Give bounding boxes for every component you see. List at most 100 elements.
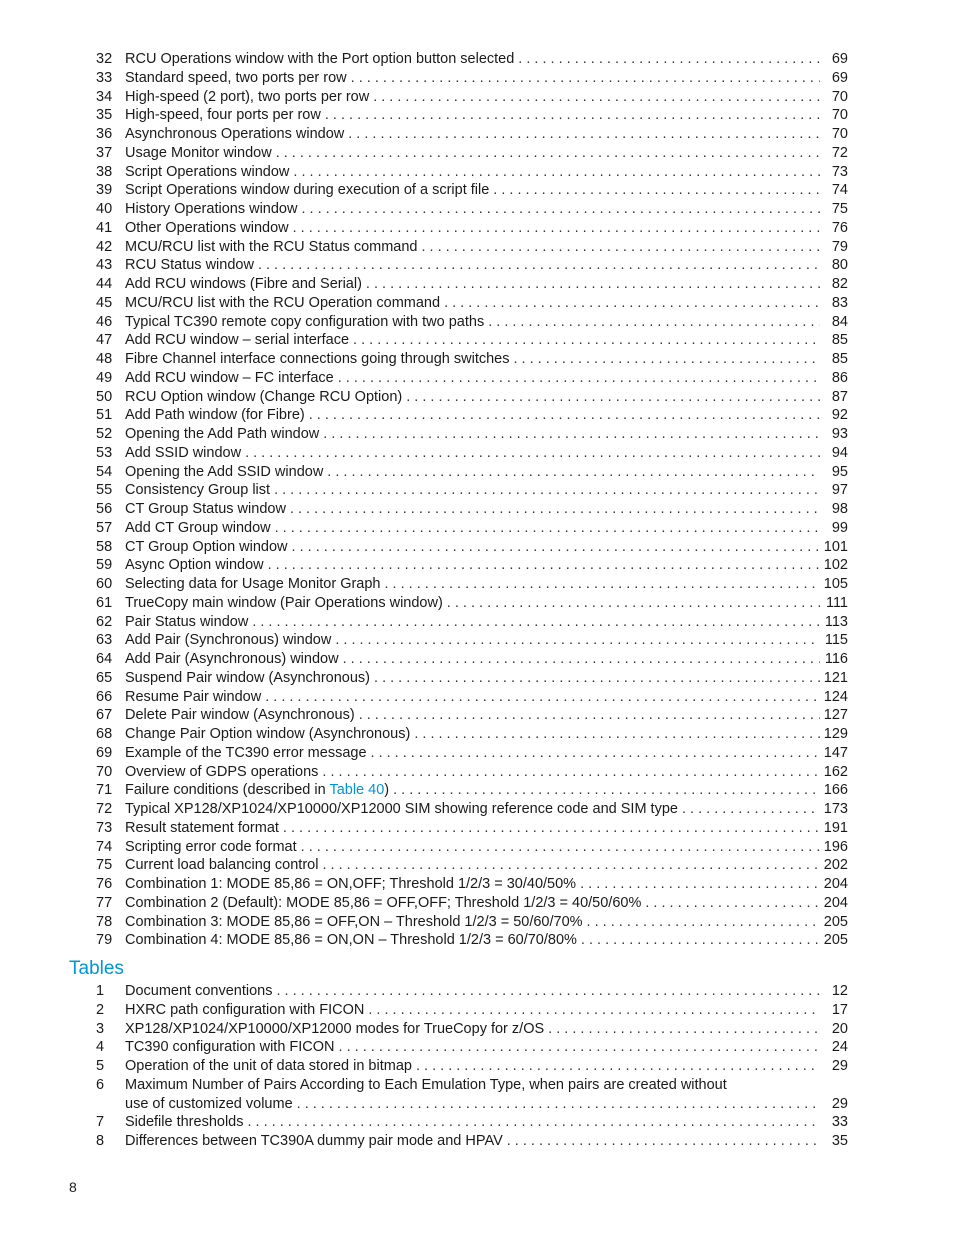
- toc-entry-table[interactable]: 5 Operation of the unit of data stored in…: [96, 1057, 848, 1076]
- entry-title-text: Suspend Pair window (Asynchronous): [125, 669, 371, 686]
- toc-entry-figure[interactable]: 42 MCU/RCU list with the RCU Status comma…: [96, 238, 848, 257]
- entry-title: MCU/RCU list with the RCU Operation comm…: [125, 294, 440, 313]
- entry-number: 75: [96, 857, 113, 874]
- toc-entry-figure[interactable]: 78 Combination 3: MODE 85,86 = OFF,ON – T…: [96, 913, 848, 932]
- entry-title: Failure conditions (described in Table 4…: [125, 781, 389, 800]
- entry-title: RCU Option window (Change RCU Option): [125, 388, 402, 407]
- toc-entry-figure[interactable]: 45 MCU/RCU list with the RCU Operation co…: [96, 294, 848, 313]
- toc-entry-figure[interactable]: 79 Combination 4: MODE 85,86 = ON,ON – Th…: [96, 931, 848, 950]
- toc-entry-figure[interactable]: 64 Add Pair (Asynchronous) window 116: [96, 650, 848, 669]
- toc-entry-figure[interactable]: 60 Selecting data for Usage Monitor Graph…: [96, 575, 848, 594]
- entry-page-number: 82: [831, 276, 848, 292]
- entry-title-text: Add Pair (Synchronous) window: [125, 632, 332, 649]
- toc-entry-table[interactable]: 8 Differences between TC390A dummy pair m…: [96, 1132, 848, 1151]
- toc-entry-table[interactable]: 6 Maximum Number of Pairs According to Ea…: [96, 1076, 848, 1095]
- entry-number: 32: [96, 51, 113, 67]
- toc-entry-table[interactable]: 3 XP128/XP1024/XP10000/XP12000 modes for …: [96, 1020, 848, 1039]
- entry-number: 62: [96, 613, 113, 630]
- entry-title-text: Add RCU window – FC interface: [125, 369, 334, 386]
- toc-entry-figure[interactable]: 32 RCU Operations window with the Port op…: [96, 50, 848, 69]
- toc-entry-figure[interactable]: 44 Add RCU windows (Fibre and Serial) 82: [96, 275, 848, 294]
- toc-entry-figure[interactable]: 66 Resume Pair window 124: [96, 688, 848, 707]
- page-number: 8: [69, 1179, 77, 1195]
- toc-entry-figure[interactable]: 63 Add Pair (Synchronous) window 115: [96, 631, 848, 650]
- entry-page-number: 205: [823, 913, 848, 930]
- toc-entry-figure[interactable]: 33 Standard speed, two ports per row 69: [96, 69, 848, 88]
- toc-entry-figure[interactable]: 71 Failure conditions (described in Table…: [96, 781, 848, 800]
- dot-leader: [335, 631, 820, 650]
- toc-entry-figure[interactable]: 70 Overview of GDPS operations 162: [96, 763, 848, 782]
- toc-entry-figure[interactable]: 48 Fibre Channel interface connections go…: [96, 350, 848, 369]
- toc-entry-table-continuation[interactable]: use of customized volume 29: [96, 1095, 848, 1114]
- dot-leader: [283, 819, 820, 838]
- toc-entry-figure[interactable]: 74 Scripting error code format 196: [96, 838, 848, 857]
- entry-title-continuation: use of customized volume: [125, 1095, 293, 1112]
- toc-entry-figure[interactable]: 35 High-speed, four ports per row 70: [96, 106, 848, 125]
- entry-title-text: Opening the Add Path window: [125, 426, 320, 442]
- toc-entry-table[interactable]: 2 HXRC path configuration with FICON 17: [96, 1001, 848, 1020]
- table-reference-link[interactable]: Table 40: [329, 782, 384, 798]
- toc-entry-figure[interactable]: 58 CT Group Option window 101: [96, 538, 848, 557]
- toc-entry-figure[interactable]: 59 Async Option window 102: [96, 556, 848, 575]
- toc-entry-figure[interactable]: 53 Add SSID window 94: [96, 444, 848, 463]
- toc-entry-figure[interactable]: 62 Pair Status window 113: [96, 613, 848, 632]
- entry-number: 69: [96, 744, 113, 761]
- entry-number: 35: [96, 107, 113, 124]
- entry-title: CT Group Option window: [125, 538, 288, 557]
- entry-page-number: 113: [824, 613, 848, 630]
- toc-entry-figure[interactable]: 67 Delete Pair window (Asynchronous) 127: [96, 706, 848, 725]
- toc-entry-figure[interactable]: 76 Combination 1: MODE 85,86 = ON,OFF; Th…: [96, 875, 848, 894]
- toc-entry-figure[interactable]: 43 RCU Status window 80: [96, 256, 848, 275]
- toc-entry-figure[interactable]: 49 Add RCU window – FC interface 86: [96, 369, 848, 388]
- toc-entry-figure[interactable]: 75 Current load balancing control 202: [96, 856, 848, 875]
- toc-entry-figure[interactable]: 47 Add RCU window – serial interface 85: [96, 331, 848, 350]
- toc-entry-figure[interactable]: 46 Typical TC390 remote copy configuratio…: [96, 313, 848, 332]
- dot-leader: [275, 519, 820, 538]
- entry-title: Change Pair Option window (Asynchronous): [125, 725, 410, 744]
- toc-entry-figure[interactable]: 34 High-speed (2 port), two ports per row…: [96, 88, 848, 107]
- entry-title: Result statement format: [125, 819, 279, 838]
- toc-entry-figure[interactable]: 36 Asynchronous Operations window 70: [96, 125, 848, 144]
- entry-number: 68: [96, 726, 113, 742]
- toc-entry-figure[interactable]: 54 Opening the Add SSID window 95: [96, 463, 848, 482]
- toc-entry-figure[interactable]: 38 Script Operations window 73: [96, 163, 848, 182]
- entry-title: Add CT Group window: [125, 519, 271, 538]
- entry-title-text: Script Operations window: [125, 163, 290, 180]
- entry-title-text: Combination 4: MODE 85,86 = ON,ON – Thre…: [125, 932, 577, 949]
- toc-entry-figure[interactable]: 51 Add Path window (for Fibre) 92: [96, 406, 848, 425]
- entry-number: 70: [96, 763, 113, 780]
- toc-entry-figure[interactable]: 72 Typical XP128/XP1024/XP10000/XP12000 S…: [96, 800, 848, 819]
- entry-page-number: 99: [831, 519, 848, 536]
- entry-title-text: MCU/RCU list with the RCU Status command: [125, 238, 418, 255]
- toc-entry-figure[interactable]: 56 CT Group Status window 98: [96, 500, 848, 519]
- entry-title-text: CT Group Status window: [125, 501, 286, 517]
- toc-entry-figure[interactable]: 65 Suspend Pair window (Asynchronous) 121: [96, 669, 848, 688]
- toc-entry-figure[interactable]: 77 Combination 2 (Default): MODE 85,86 = …: [96, 894, 848, 913]
- toc-entry-figure[interactable]: 40 History Operations window 75: [96, 200, 848, 219]
- entry-title: Async Option window: [125, 556, 264, 575]
- toc-entry-figure[interactable]: 37 Usage Monitor window 72: [96, 144, 848, 163]
- dot-leader: [488, 313, 820, 332]
- toc-entry-figure[interactable]: 73 Result statement format 191: [96, 819, 848, 838]
- toc-entry-table[interactable]: 1 Document conventions 12: [96, 982, 848, 1001]
- toc-entry-figure[interactable]: 41 Other Operations window 76: [96, 219, 848, 238]
- toc-entry-figure[interactable]: 52 Opening the Add Path window 93: [96, 425, 848, 444]
- entry-page-number: 72: [831, 144, 848, 161]
- dot-leader: [301, 838, 820, 857]
- entry-number: 56: [96, 501, 113, 517]
- toc-entry-figure[interactable]: 68 Change Pair Option window (Asynchronou…: [96, 725, 848, 744]
- toc-entry-figure[interactable]: 50 RCU Option window (Change RCU Option) 8…: [96, 388, 848, 407]
- toc-entry-table[interactable]: 7 Sidefile thresholds 33: [96, 1113, 848, 1132]
- entry-page-number: 20: [831, 1020, 848, 1037]
- toc-entry-figure[interactable]: 55 Consistency Group list 97: [96, 481, 848, 500]
- toc-entry-figure[interactable]: 39 Script Operations window during execut…: [96, 181, 848, 200]
- entry-number: 71: [96, 782, 113, 799]
- toc-entry-figure[interactable]: 57 Add CT Group window 99: [96, 519, 848, 538]
- entry-title: RCU Status window: [125, 256, 254, 275]
- toc-entry-table[interactable]: 4 TC390 configuration with FICON 24: [96, 1038, 848, 1057]
- entry-title-text: CT Group Option window: [125, 538, 288, 555]
- entry-title-text: Fibre Channel interface connections goin…: [125, 351, 510, 367]
- toc-entry-figure[interactable]: 61 TrueCopy main window (Pair Operations …: [96, 594, 848, 613]
- entry-number: 61: [96, 594, 113, 611]
- toc-entry-figure[interactable]: 69 Example of the TC390 error message 147: [96, 744, 848, 763]
